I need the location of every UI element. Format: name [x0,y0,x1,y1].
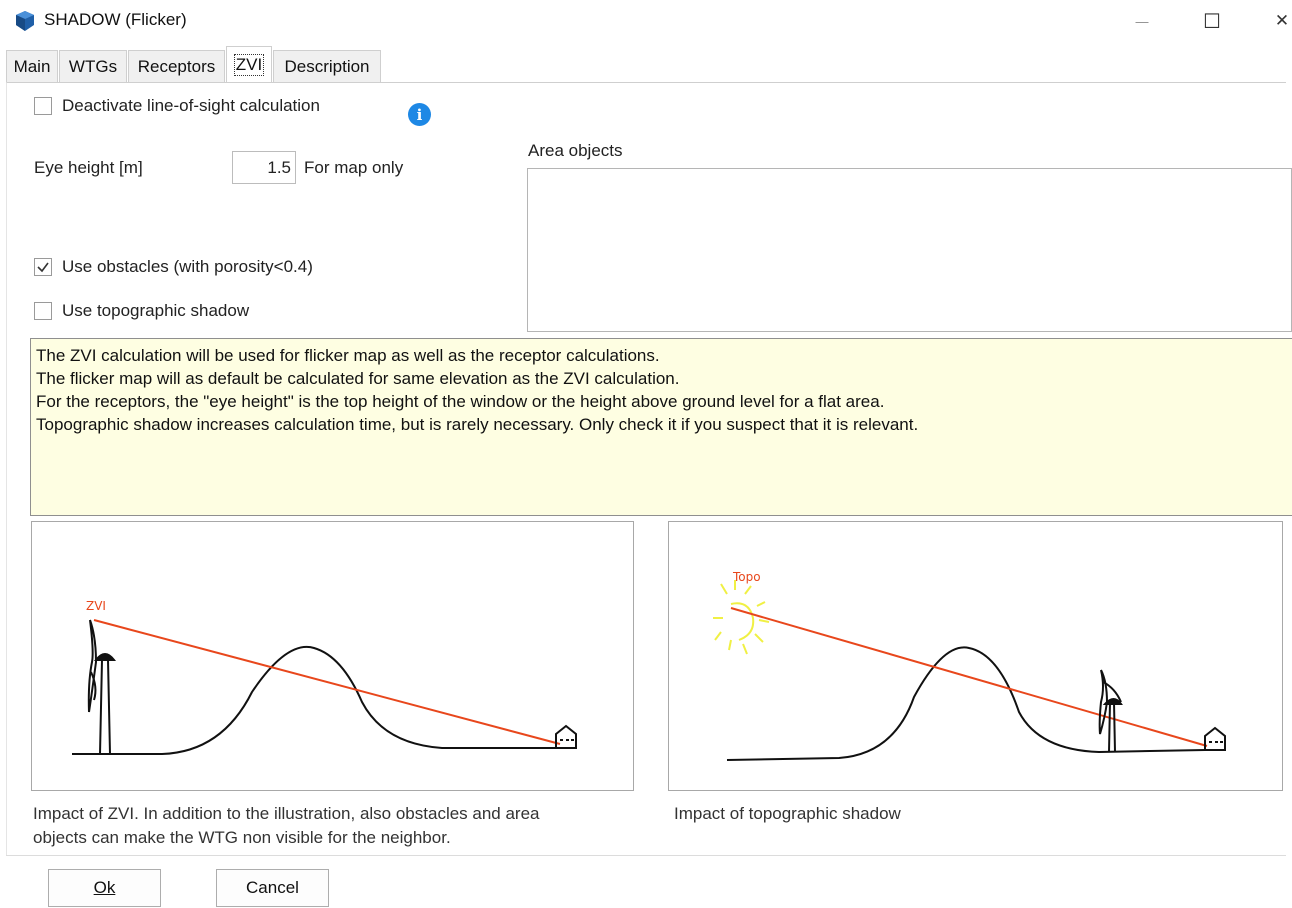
tab-zvi[interactable]: ZVI [226,46,272,83]
topo-caption: Impact of topographic shadow [674,804,901,823]
tab-label: Main [13,56,51,76]
area-objects-label: Area objects [528,141,623,160]
tab-main[interactable]: Main [6,50,58,82]
tab-label: Receptors [137,56,216,76]
zvi-caption-line: objects can make the WTG non visible for… [33,828,451,847]
note-line: For the receptors, the "eye height" is t… [36,392,885,411]
cancel-button[interactable]: Cancel [216,869,329,907]
tab-label: WTGs [68,56,118,76]
deactivate-los-label: Deactivate line-of-sight calculation [62,96,320,115]
topo-illustration: Topo [668,521,1283,791]
tab-label: Description [284,56,370,76]
eye-height-input[interactable]: 1.5 [232,151,296,184]
app-icon [16,11,34,31]
info-icon-glyph: i [416,105,423,124]
topo-drawing: Topo [713,570,1226,761]
info-note: The ZVI calculation will be used for fli… [30,338,1292,516]
maximize-button[interactable]: ☐ [1192,6,1232,36]
use-obstacles-row[interactable]: Use obstacles (with porosity<0.4) [34,257,313,277]
shadow-dialog: SHADOW (Flicker) — ☐ ✕ Main WTGs Recepto… [0,0,1292,908]
use-obstacles-label: Use obstacles (with porosity<0.4) [62,257,313,276]
terrain-line [72,646,560,755]
use-topo-checkbox[interactable] [34,302,52,320]
tab-description[interactable]: Description [273,50,381,82]
check-icon [37,262,49,273]
ok-button[interactable]: Ok [48,869,161,907]
tab-strip: Main WTGs Receptors ZVI Description [0,46,1292,83]
window-title: SHADOW (Flicker) [44,10,187,29]
topo-label: Topo [732,570,761,584]
ok-button-label: Ok [93,878,116,897]
tab-receptors[interactable]: Receptors [128,50,225,82]
wind-turbine-icon [1098,669,1123,753]
wind-turbine-icon [87,619,117,755]
zvi-caption: Impact of ZVI. In addition to the illust… [33,802,540,850]
use-topo-row[interactable]: Use topographic shadow [34,301,249,321]
deactivate-los-row[interactable]: Deactivate line-of-sight calculation [34,96,320,116]
zvi-illustration: ZVI [31,521,634,791]
eye-height-note: For map only [304,158,404,177]
minimize-icon: — [1135,13,1149,29]
note-line: Topographic shadow increases calculation… [36,415,919,434]
use-topo-label: Use topographic shadow [62,301,250,320]
maximize-icon: ☐ [1203,10,1221,33]
minimize-button[interactable]: — [1122,6,1162,36]
sight-line [730,607,1208,747]
close-button[interactable]: ✕ [1262,6,1292,36]
info-icon[interactable]: i [408,103,431,126]
terrain-line [726,646,1206,761]
cancel-button-label: Cancel [246,878,299,897]
title-bar: SHADOW (Flicker) — ☐ ✕ [0,0,1292,44]
footer-divider [6,855,1286,856]
zvi-label: ZVI [86,599,106,613]
house-icon [1204,726,1226,751]
note-line: The ZVI calculation will be used for fli… [36,346,660,365]
tab-label: ZVI [233,54,265,76]
close-icon: ✕ [1274,11,1290,30]
tab-wtgs[interactable]: WTGs [59,50,127,82]
zvi-caption-line: Impact of ZVI. In addition to the illust… [33,804,540,823]
eye-height-label: Eye height [m] [34,158,143,177]
note-line: The flicker map will as default be calcu… [36,369,680,388]
area-objects-list[interactable] [527,168,1292,332]
zvi-drawing: ZVI [72,599,577,755]
sight-line [93,619,561,745]
deactivate-los-checkbox[interactable] [34,97,52,115]
use-obstacles-checkbox[interactable] [34,258,52,276]
